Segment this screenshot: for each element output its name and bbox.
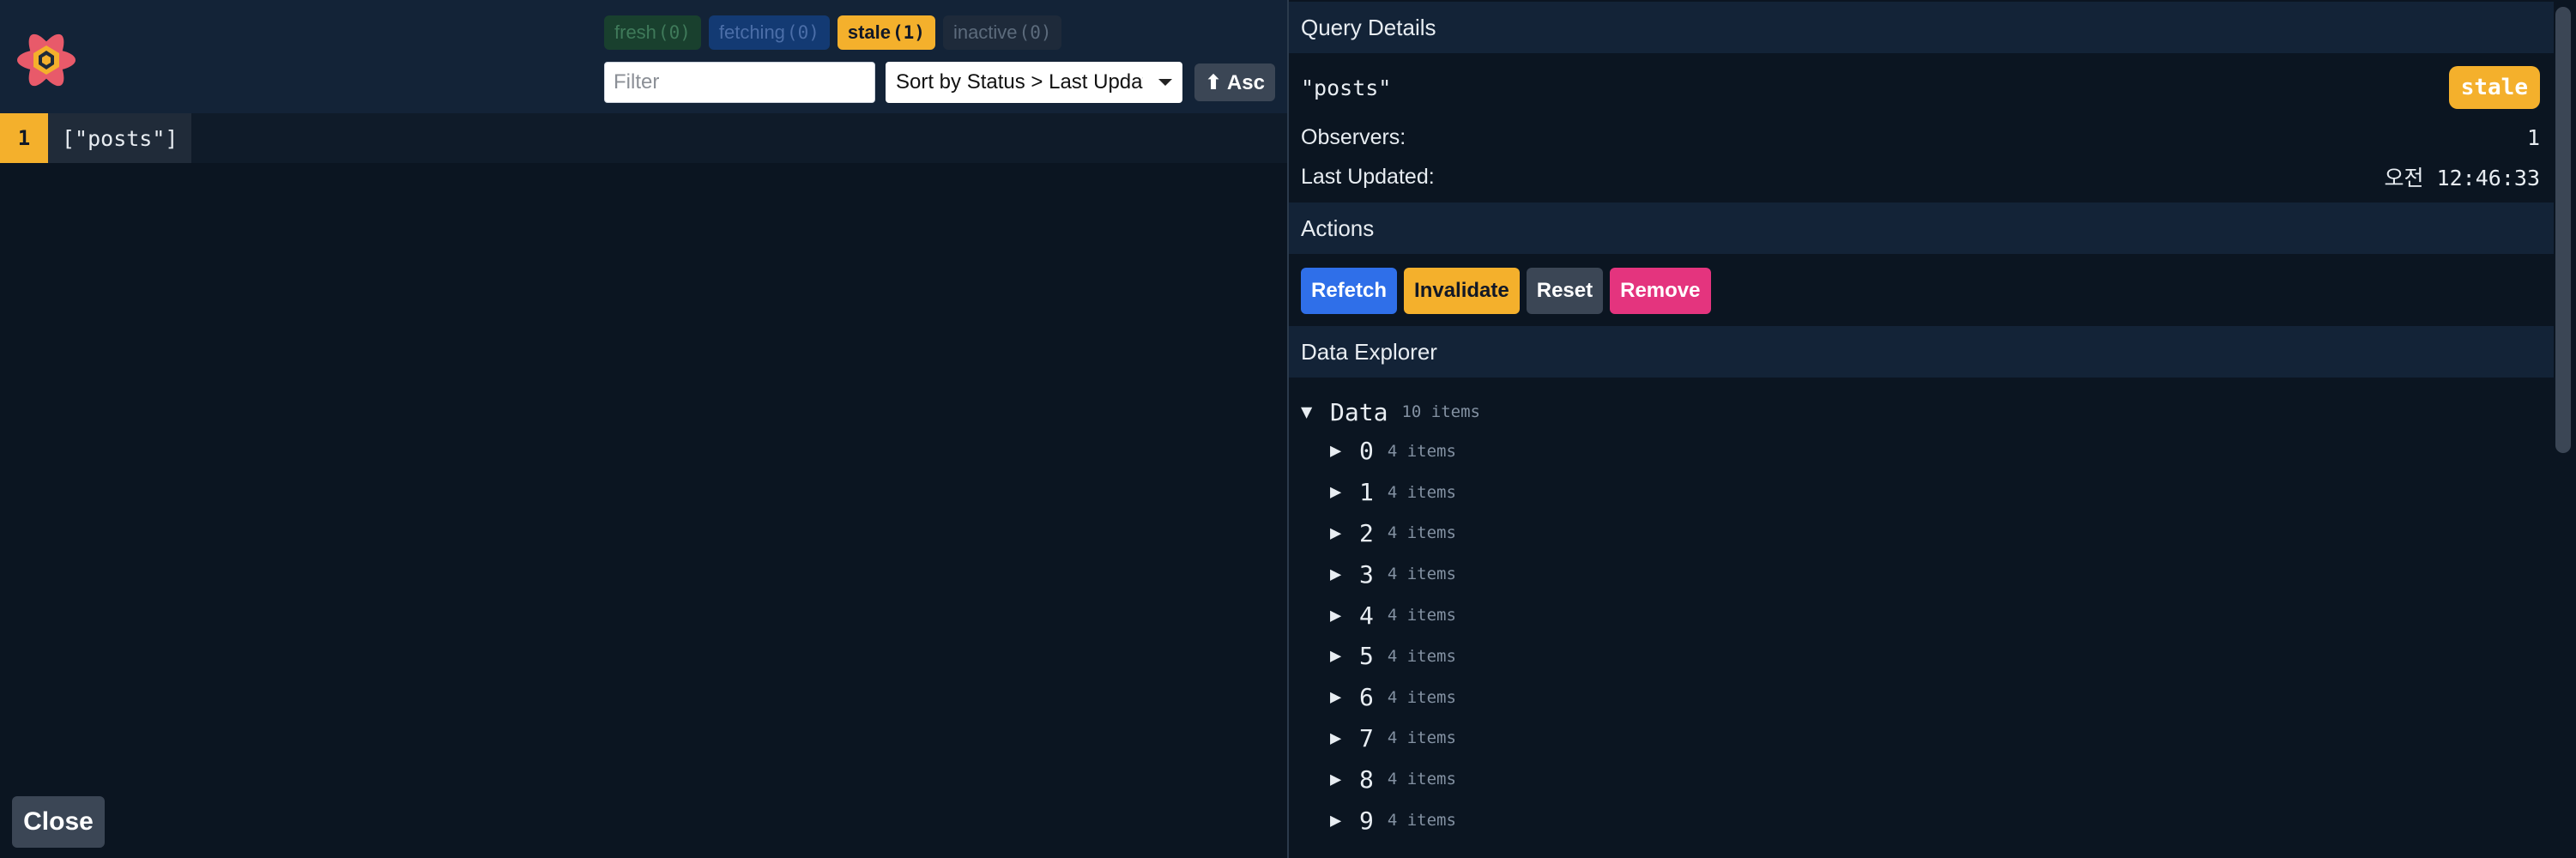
triangle-right-icon: ▶ bbox=[1330, 481, 1342, 504]
devtools-header: fresh (0) fetching (0) stale (1) inactiv… bbox=[0, 0, 1287, 113]
sort-select[interactable]: Sort by Status > Last Updated bbox=[886, 62, 1182, 103]
triangle-right-icon: ▶ bbox=[1330, 768, 1342, 790]
tree-node-count: 4 items bbox=[1387, 565, 1456, 584]
triangle-right-icon: ▶ bbox=[1330, 809, 1342, 831]
triangle-down-icon: ▼ bbox=[1301, 401, 1313, 423]
triangle-right-icon: ▶ bbox=[1330, 440, 1342, 462]
tree-root-count: 10 items bbox=[1401, 402, 1480, 421]
tree-node[interactable]: ▶ 9 4 items bbox=[1301, 800, 1480, 841]
sort-select-value: Sort by Status > Last Updated bbox=[896, 70, 1143, 94]
badge-fetching-count: (0) bbox=[786, 22, 819, 43]
last-updated-label: Last Updated: bbox=[1301, 164, 1435, 189]
tree-node-key: 9 bbox=[1359, 806, 1374, 835]
observers-label: Observers: bbox=[1301, 124, 1406, 149]
tree-node-key: 1 bbox=[1359, 478, 1374, 507]
badge-fresh: fresh (0) bbox=[604, 15, 701, 50]
devtools-root: fresh (0) fetching (0) stale (1) inactiv… bbox=[0, 0, 2576, 858]
status-badges: fresh (0) fetching (0) stale (1) inactiv… bbox=[604, 15, 1062, 50]
query-hash: "posts" bbox=[1301, 75, 1392, 100]
tree-node-count: 4 items bbox=[1387, 606, 1456, 625]
tree-root-node[interactable]: ▼ Data 10 items bbox=[1301, 393, 1480, 431]
remove-button[interactable]: Remove bbox=[1610, 268, 1711, 314]
last-updated-value: 오전 12:46:33 bbox=[2384, 166, 2540, 190]
tree-node-count: 4 items bbox=[1387, 646, 1456, 666]
tree-node[interactable]: ▶ 3 4 items bbox=[1301, 553, 1480, 595]
query-list-panel: fresh (0) fetching (0) stale (1) inactiv… bbox=[0, 0, 1287, 858]
tree-node-key: 4 bbox=[1359, 601, 1374, 630]
tree-node[interactable]: ▶ 1 4 items bbox=[1301, 472, 1480, 513]
react-query-logo-icon[interactable] bbox=[12, 26, 81, 94]
refetch-button[interactable]: Refetch bbox=[1301, 268, 1398, 314]
triangle-right-icon: ▶ bbox=[1330, 686, 1342, 709]
tree-node-key: 3 bbox=[1359, 559, 1374, 589]
badge-fetching-label: fetching bbox=[718, 21, 785, 43]
close-button[interactable]: Close bbox=[12, 796, 105, 848]
query-hash-row: "posts" stale bbox=[1301, 63, 2540, 112]
tree-node[interactable]: ▶ 2 4 items bbox=[1301, 513, 1480, 554]
query-observer-count: 1 bbox=[0, 113, 48, 163]
query-list-item[interactable]: 1 ["posts"] bbox=[0, 113, 1287, 163]
badge-stale-label: stale bbox=[847, 21, 892, 43]
data-explorer-header: Data Explorer bbox=[1289, 326, 2554, 378]
triangle-right-icon: ▶ bbox=[1330, 604, 1342, 626]
tree-node[interactable]: ▶ 5 4 items bbox=[1301, 636, 1480, 677]
scrollbar[interactable] bbox=[2555, 7, 2571, 453]
badge-fetching: fetching (0) bbox=[708, 15, 830, 50]
tree-node-key: 7 bbox=[1359, 723, 1374, 752]
badge-inactive-count: (0) bbox=[1019, 22, 1052, 43]
badge-inactive-label: inactive bbox=[952, 21, 1018, 43]
tree-node[interactable]: ▶ 8 4 items bbox=[1301, 758, 1480, 800]
actions-header: Actions bbox=[1289, 202, 2554, 254]
tree-node-count: 4 items bbox=[1387, 482, 1456, 502]
badge-stale-count: (1) bbox=[892, 22, 925, 43]
tree-node-count: 4 items bbox=[1387, 811, 1456, 831]
tree-node[interactable]: ▶ 4 4 items bbox=[1301, 595, 1480, 636]
tree-node-key: 5 bbox=[1359, 642, 1374, 671]
badge-fresh-count: (0) bbox=[657, 22, 691, 43]
tree-node-key: 8 bbox=[1359, 764, 1374, 794]
tree-node-key: 2 bbox=[1359, 518, 1374, 547]
tree-node-count: 4 items bbox=[1387, 523, 1456, 543]
observers-value: 1 bbox=[2526, 124, 2540, 150]
observers-row: Observers: 1 bbox=[1301, 120, 2540, 154]
triangle-right-icon: ▶ bbox=[1330, 563, 1342, 585]
actions-toolbar: Refetch Invalidate Reset Remove bbox=[1301, 268, 1711, 314]
tree-node-count: 4 items bbox=[1387, 687, 1456, 707]
chevron-down-icon bbox=[1158, 79, 1172, 86]
query-details-panel: Query Details "posts" stale Observers: 1… bbox=[1287, 0, 2576, 858]
sort-direction-label: ⬆ Asc bbox=[1205, 70, 1265, 94]
tree-node[interactable]: ▶ 7 4 items bbox=[1301, 718, 1480, 759]
invalidate-button[interactable]: Invalidate bbox=[1404, 268, 1520, 314]
tree-node-count: 4 items bbox=[1387, 770, 1456, 789]
status-badge: stale bbox=[2448, 66, 2540, 109]
badge-inactive: inactive (0) bbox=[942, 15, 1062, 50]
triangle-right-icon: ▶ bbox=[1330, 727, 1342, 749]
triangle-right-icon: ▶ bbox=[1330, 645, 1342, 668]
badge-stale: stale (1) bbox=[837, 15, 935, 50]
query-key: ["posts"] bbox=[48, 113, 192, 163]
tree-node-key: 0 bbox=[1359, 437, 1374, 466]
tree-node-key: 6 bbox=[1359, 683, 1374, 712]
triangle-right-icon: ▶ bbox=[1330, 522, 1342, 544]
filter-input[interactable] bbox=[604, 62, 875, 103]
tree-node[interactable]: ▶ 0 4 items bbox=[1301, 431, 1480, 472]
tree-node-count: 4 items bbox=[1387, 441, 1456, 461]
last-updated-row: Last Updated: 오전 12:46:33 bbox=[1301, 160, 2540, 194]
query-details-header: Query Details bbox=[1289, 2, 2554, 53]
sort-direction-button[interactable]: ⬆ Asc bbox=[1194, 63, 1275, 101]
badge-fresh-label: fresh bbox=[614, 21, 656, 43]
tree-node-count: 4 items bbox=[1387, 728, 1456, 748]
data-explorer-tree: ▼ Data 10 items ▶ 0 4 items ▶ 1 4 items ▶ 2 4 … bbox=[1301, 393, 1480, 841]
reset-button[interactable]: Reset bbox=[1526, 268, 1604, 314]
tree-root-label: Data bbox=[1330, 397, 1388, 426]
tree-node[interactable]: ▶ 6 4 items bbox=[1301, 677, 1480, 718]
